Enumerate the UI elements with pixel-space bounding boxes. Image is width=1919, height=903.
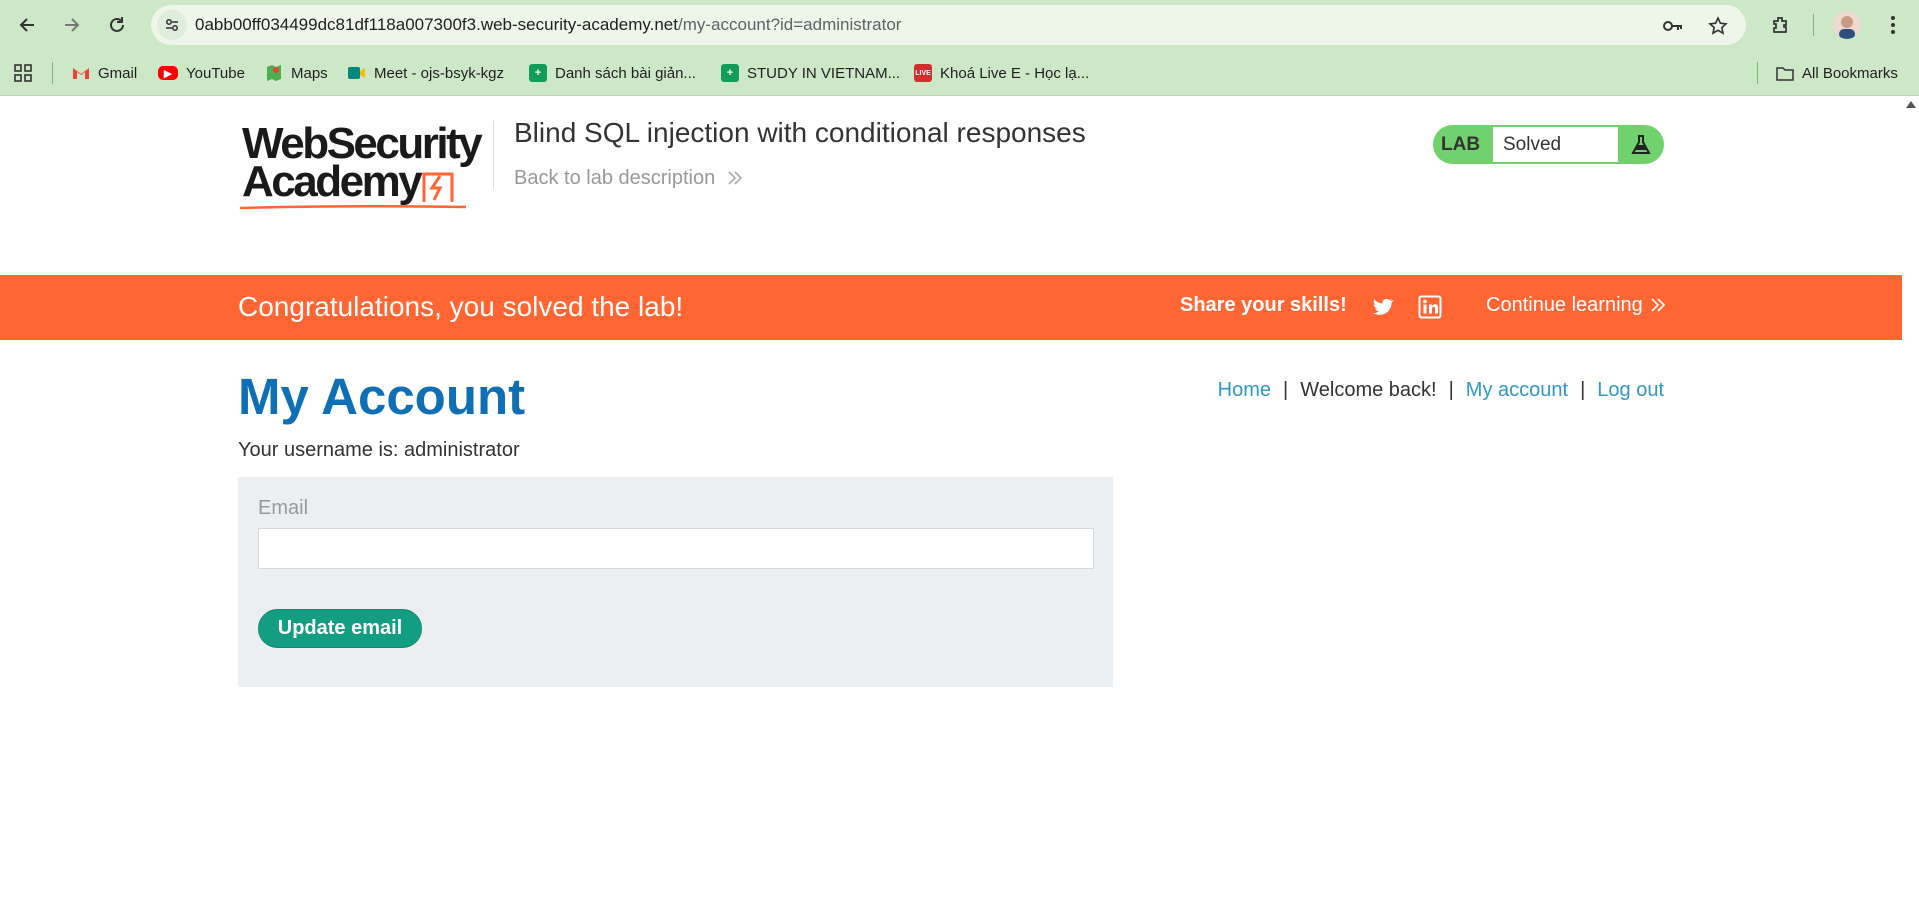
bookmarks-bar: Gmail ▶ YouTube Maps Meet - ojs-bsyk-kgz …: [0, 50, 1919, 96]
address-bar[interactable]: 0abb00ff034499dc81df118a007300f3.web-sec…: [151, 5, 1746, 45]
share-skills-label: Share your skills!: [1180, 294, 1347, 316]
bookmark-label: STUDY IN VIETNAM...: [747, 64, 901, 82]
bookmark-gmail[interactable]: Gmail: [72, 62, 137, 84]
bookmark-maps[interactable]: Maps: [265, 62, 328, 84]
bookmark-danh-sach[interactable]: + Danh sách bài giản...: [529, 62, 696, 84]
url-text[interactable]: 0abb00ff034499dc81df118a007300f3.web-sec…: [195, 15, 901, 35]
page-scrollbar[interactable]: [1902, 97, 1919, 903]
lab-badge-label: LAB: [1441, 134, 1481, 155]
email-label: Email: [258, 497, 309, 519]
profile-avatar[interactable]: [1833, 11, 1861, 39]
back-icon[interactable]: [12, 10, 42, 40]
bookmark-label: Danh sách bài giản...: [555, 64, 696, 82]
username-display: Your username is: administrator: [238, 439, 520, 461]
change-email-form: Email Update email: [238, 477, 1113, 687]
nav-separator: |: [1448, 379, 1454, 401]
email-field[interactable]: [258, 528, 1094, 569]
bookmark-meet[interactable]: Meet - ojs-bsyk-kgz: [348, 62, 504, 84]
toolbar-divider: [1813, 14, 1814, 36]
bookmark-label: YouTube: [186, 64, 245, 82]
lab-status-badge: LAB Solved: [1433, 125, 1664, 164]
nav-separator: |: [1283, 379, 1289, 401]
maps-icon: [265, 64, 283, 82]
url-host: 0abb00ff034499dc81df118a007300f3.web-sec…: [195, 15, 678, 34]
browser-toolbar: 0abb00ff034499dc81df118a007300f3.web-sec…: [0, 0, 1919, 50]
continue-learning-label: Continue learning: [1486, 294, 1643, 316]
web-page: WebSecurity Academy Blind SQL injection …: [0, 97, 1902, 903]
sheets-icon: +: [529, 64, 547, 82]
bookmark-label: Meet - ojs-bsyk-kgz: [374, 64, 505, 82]
url-path: /my-account?id=administrator: [677, 15, 902, 34]
lab-title: Blind SQL injection with conditional res…: [514, 117, 1086, 148]
menu-dots-icon[interactable]: [1878, 10, 1908, 40]
all-bookmarks-label: All Bookmarks: [1802, 64, 1898, 82]
sheets-icon: +: [721, 64, 739, 82]
folder-icon: [1776, 64, 1794, 82]
logo-bolt-icon: [422, 172, 454, 202]
lab-status-text: Solved: [1503, 134, 1562, 155]
double-chevron-right-icon: [728, 171, 742, 185]
reload-icon[interactable]: [102, 10, 132, 40]
account-nav: Home | Welcome back! | My account | Log out: [1218, 379, 1664, 402]
flask-icon: [1631, 135, 1651, 154]
bookmark-label: Khoá Live E - Học lạ...: [940, 64, 1090, 82]
twitter-icon[interactable]: [1370, 295, 1394, 319]
log-out-link[interactable]: Log out: [1597, 379, 1664, 401]
all-bookmarks[interactable]: All Bookmarks: [1776, 62, 1898, 84]
bookmark-label: Gmail: [98, 64, 138, 82]
bookmark-label: Maps: [291, 64, 328, 82]
my-account-link[interactable]: My account: [1466, 379, 1568, 401]
header-divider: [493, 121, 494, 189]
meet-icon: [348, 64, 366, 82]
back-link-label: Back to lab description: [514, 167, 716, 189]
scroll-up-arrow-icon[interactable]: [1906, 101, 1916, 108]
back-to-lab-description-link[interactable]: Back to lab description: [514, 167, 743, 190]
continue-learning-link[interactable]: Continue learning: [1486, 294, 1666, 317]
nav-separator: |: [1580, 379, 1586, 401]
apps-grid-icon[interactable]: [14, 62, 32, 84]
red-favicon: LIVE: [914, 64, 932, 82]
forward-icon[interactable]: [57, 10, 87, 40]
congratulations-message: Congratulations, you solved the lab!: [238, 291, 684, 322]
web-security-academy-logo[interactable]: WebSecurity Academy: [238, 122, 488, 212]
logo-line-2: Academy: [242, 157, 423, 206]
youtube-icon: ▶: [158, 66, 178, 80]
double-chevron-right-icon: [1651, 298, 1666, 312]
page-title: My Account: [238, 368, 526, 425]
bookmark-star-icon[interactable]: [1707, 15, 1729, 37]
bookmark-youtube[interactable]: ▶ YouTube: [158, 62, 245, 84]
bookmarks-divider: [52, 62, 53, 84]
welcome-text: Welcome back!: [1300, 379, 1437, 401]
bookmark-khoa-live[interactable]: LIVE Khoá Live E - Học lạ...: [914, 62, 1089, 84]
solved-banner: Congratulations, you solved the lab! Sha…: [0, 275, 1902, 340]
site-info-icon[interactable]: [157, 10, 187, 40]
update-email-button[interactable]: Update email: [258, 609, 422, 648]
bookmark-study-in-vietnam[interactable]: + STUDY IN VIETNAM...: [721, 62, 900, 84]
bookmarks-divider: [1757, 62, 1758, 84]
extensions-icon[interactable]: [1766, 10, 1796, 40]
gmail-icon: [72, 64, 90, 82]
password-key-icon[interactable]: [1662, 15, 1684, 37]
logo-underline: [239, 204, 467, 210]
home-link[interactable]: Home: [1218, 379, 1271, 401]
linkedin-icon[interactable]: [1418, 295, 1442, 319]
lab-status: Solved: [1493, 127, 1618, 162]
